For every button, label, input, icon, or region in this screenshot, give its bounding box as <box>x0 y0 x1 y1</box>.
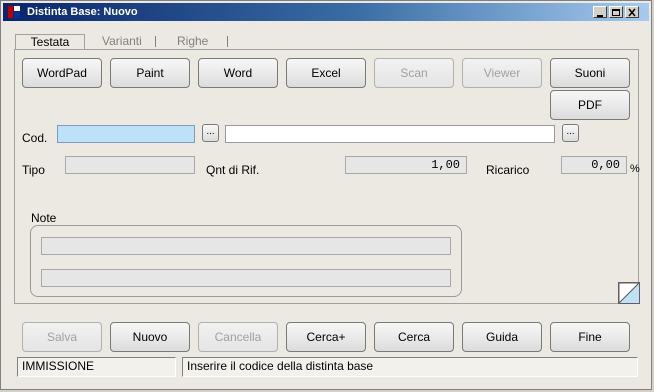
note-label: Note <box>31 211 57 225</box>
guida-button[interactable]: Guida <box>462 322 542 352</box>
maximize-icon <box>612 9 620 16</box>
resize-corner-icon <box>618 282 640 304</box>
cod-label: Cod. <box>22 131 48 145</box>
cerca-button[interactable]: Cerca <box>374 322 454 352</box>
close-icon <box>628 8 636 17</box>
note-line-1[interactable] <box>41 237 451 255</box>
paint-button[interactable]: Paint <box>110 58 190 88</box>
tipo-label: Tipo <box>22 163 45 177</box>
maximize-button[interactable] <box>609 6 623 18</box>
app-icon <box>8 6 20 18</box>
ricarico-input[interactable]: 0,00 <box>561 156 627 174</box>
pdf-button[interactable]: PDF <box>550 90 630 120</box>
qnt-input[interactable]: 1,00 <box>345 156 467 174</box>
minimize-button[interactable] <box>593 6 607 18</box>
cod-input[interactable] <box>57 125 195 143</box>
fine-button[interactable]: Fine <box>550 322 630 352</box>
title-bar[interactable]: Distinta Base: Nuovo <box>3 3 649 21</box>
minimize-icon <box>597 15 603 17</box>
salva-button[interactable]: Salva <box>22 322 102 352</box>
tab-righe[interactable]: Righe <box>177 34 208 50</box>
tab-varianti[interactable]: Varianti <box>102 34 142 50</box>
suoni-button[interactable]: Suoni <box>550 58 630 88</box>
viewer-button[interactable]: Viewer <box>462 58 542 88</box>
excel-button[interactable]: Excel <box>286 58 366 88</box>
wordpad-button[interactable]: WordPad <box>22 58 102 88</box>
scan-button[interactable]: Scan <box>374 58 454 88</box>
tipo-input[interactable] <box>65 156 195 174</box>
percent-label: % <box>630 163 640 175</box>
tab-separator <box>227 36 228 47</box>
qnt-label: Qnt di Rif. <box>206 163 260 177</box>
tab-separator <box>155 36 156 47</box>
main-window: Distinta Base: Nuovo Testata Varianti Ri… <box>0 0 652 390</box>
ricarico-label: Ricarico <box>486 163 530 177</box>
description-input[interactable] <box>225 125 555 143</box>
nuovo-button[interactable]: Nuovo <box>110 322 190 352</box>
cod-lookup-button[interactable]: ... <box>202 124 219 142</box>
note-line-2[interactable] <box>41 269 451 287</box>
cancella-button[interactable]: Cancella <box>198 322 278 352</box>
cerca-plus-button[interactable]: Cerca+ <box>286 322 366 352</box>
tab-testata[interactable]: Testata <box>15 34 85 50</box>
window-title: Distinta Base: Nuovo <box>27 6 138 18</box>
word-button[interactable]: Word <box>198 58 278 88</box>
description-lookup-button[interactable]: ... <box>562 124 579 142</box>
close-button[interactable] <box>625 6 639 18</box>
status-message: Inserire il codice della distinta base <box>182 357 638 377</box>
status-mode: IMMISSIONE <box>17 357 176 377</box>
